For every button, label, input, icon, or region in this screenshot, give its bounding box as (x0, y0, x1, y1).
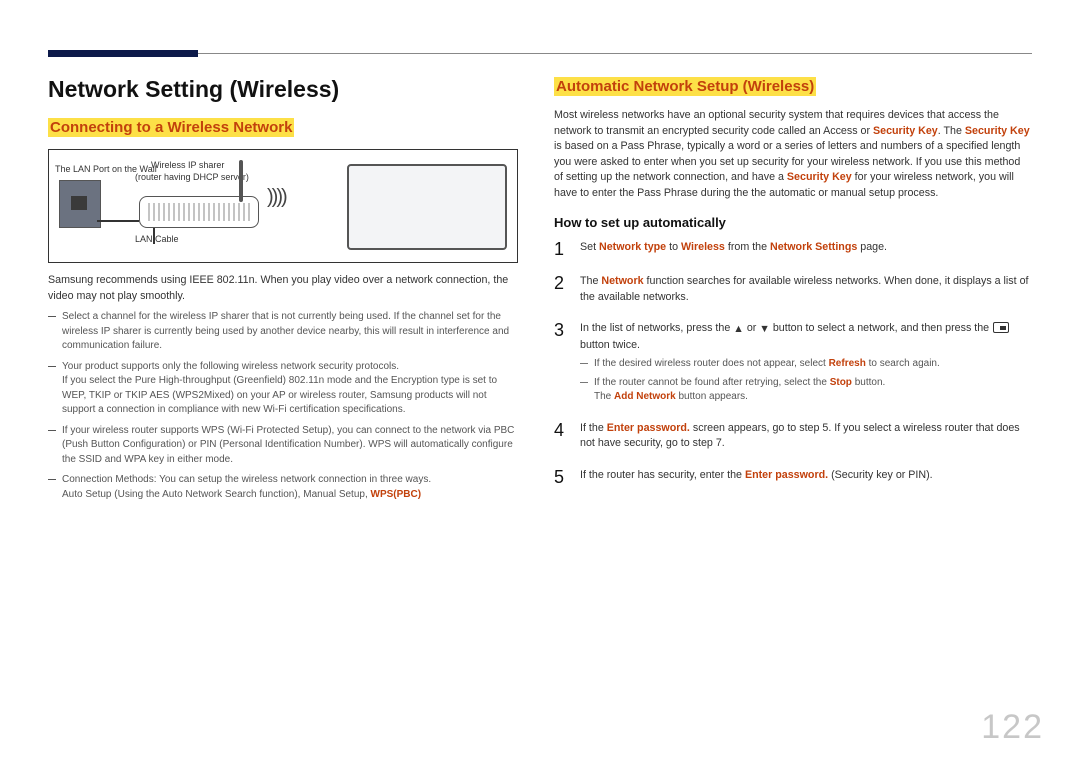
s1-b3: Network Settings (770, 241, 857, 253)
step-5-body: If the router has security, enter the En… (580, 468, 1032, 486)
security-key-1: Security Key (873, 125, 938, 137)
security-key-3: Security Key (787, 171, 852, 183)
router-label-2: (router having DHCP server) (135, 172, 249, 182)
s3-mid: button to select a network, and then pre… (773, 322, 992, 334)
howto-heading: How to set up automatically (554, 215, 1032, 230)
s3-sub2-pre: If the router cannot be found after retr… (594, 377, 830, 388)
up-arrow-icon: ▲ (733, 322, 744, 338)
step-5-number: 5 (554, 468, 568, 486)
page-number: 122 (981, 708, 1044, 747)
two-column-layout: Network Setting (Wireless) Connecting to… (48, 76, 1032, 502)
step-3-body: In the list of networks, press the ▲ or … (580, 321, 1032, 405)
note-4-line2-pre: Auto Setup (Using the Auto Network Searc… (62, 489, 371, 500)
s1-mid1: to (666, 241, 681, 253)
lan-cable-label: LAN Cable (135, 234, 179, 244)
note-4: Connection Methods: You can setup the wi… (48, 473, 518, 502)
s1-pre: Set (580, 241, 599, 253)
step-3-sub1: If the desired wireless router does not … (580, 357, 1032, 372)
step-3-number: 3 (554, 321, 568, 405)
step-3-sub2: If the router cannot be found after retr… (580, 376, 1032, 405)
left-heading-wrap: Connecting to a Wireless Network (48, 119, 518, 137)
s5-post: (Security key or PIN). (828, 469, 933, 481)
enter-icon (993, 322, 1009, 333)
s1-mid2: from the (725, 241, 770, 253)
right-column: Automatic Network Setup (Wireless) Most … (554, 76, 1032, 502)
s3-sub2-post: button. (852, 377, 885, 388)
display-icon (347, 164, 507, 250)
step-2-body: The Network function searches for availa… (580, 274, 1032, 305)
header-rule (48, 30, 1032, 54)
security-key-2: Security Key (965, 125, 1030, 137)
s2-post: function searches for available wireless… (580, 275, 1029, 303)
steps-list: 1 Set Network type to Wireless from the … (554, 240, 1032, 486)
s1-b1: Network type (599, 241, 666, 253)
step-4: 4 If the Enter password. screen appears,… (554, 421, 1032, 452)
s2-b1: Network (601, 275, 643, 287)
note-2: Your product supports only the following… (48, 360, 518, 418)
wifi-waves-icon: )))) (267, 186, 286, 209)
down-arrow-icon: ▼ (759, 322, 770, 338)
note-2-line2: If you select the Pure High-throughput (… (62, 375, 497, 415)
antenna-icon (239, 160, 243, 202)
step-2-number: 2 (554, 274, 568, 305)
enter-password-1: Enter password. (607, 422, 690, 434)
note-1: Select a channel for the wireless IP sha… (48, 310, 518, 354)
step-1-body: Set Network type to Wireless from the Ne… (580, 240, 1032, 258)
step-1: 1 Set Network type to Wireless from the … (554, 240, 1032, 258)
s3-sub1-pre: If the desired wireless router does not … (594, 358, 829, 369)
s3-post: button twice. (580, 339, 640, 351)
s5-pre: If the router has security, enter the (580, 469, 745, 481)
manual-page: Network Setting (Wireless) Connecting to… (0, 0, 1080, 763)
s3-pre: In the list of networks, press the (580, 322, 733, 334)
header-accent-bar (48, 50, 198, 57)
network-diagram: The LAN Port on the Wall LAN Cable Wirel… (48, 149, 518, 263)
stop-bold: Stop (830, 377, 852, 388)
step-5: 5 If the router has security, enter the … (554, 468, 1032, 486)
wps-pbc-bold: WPS(PBC) (371, 489, 422, 500)
page-title: Network Setting (Wireless) (48, 76, 518, 103)
step-3: 3 In the list of networks, press the ▲ o… (554, 321, 1032, 405)
s1-b2: Wireless (681, 241, 725, 253)
enter-password-2: Enter password. (745, 469, 828, 481)
refresh-bold: Refresh (829, 358, 866, 369)
s3-sub3-pre: The (594, 391, 614, 402)
s4-pre: If the (580, 422, 607, 434)
left-column: Network Setting (Wireless) Connecting to… (48, 76, 518, 502)
security-paragraph: Most wireless networks have an optional … (554, 108, 1032, 201)
intro-paragraph: Samsung recommends using IEEE 802.11n. W… (48, 273, 518, 304)
connecting-heading: Connecting to a Wireless Network (48, 118, 294, 137)
wall-jack-icon (71, 196, 87, 210)
s3-sub1-post: to search again. (866, 358, 940, 369)
s3-or: or (744, 322, 759, 334)
s1-post: page. (857, 241, 887, 253)
step-4-body: If the Enter password. screen appears, g… (580, 421, 1032, 452)
lan-cable-line (97, 220, 139, 222)
right-heading-wrap: Automatic Network Setup (Wireless) (554, 78, 1032, 96)
add-network-bold: Add Network (614, 391, 676, 402)
s2-pre: The (580, 275, 601, 287)
automatic-setup-heading: Automatic Network Setup (Wireless) (554, 77, 816, 96)
s3-sub3-post: button appears. (676, 391, 748, 402)
step-2: 2 The Network function searches for avai… (554, 274, 1032, 305)
para-t2: . The (938, 125, 965, 137)
note-3: If your wireless router supports WPS (Wi… (48, 424, 518, 468)
router-label-1: Wireless IP sharer (151, 160, 224, 170)
step-1-number: 1 (554, 240, 568, 258)
step-4-number: 4 (554, 421, 568, 452)
note-2-line1: Your product supports only the following… (62, 361, 399, 372)
note-4-line1: Connection Methods: You can setup the wi… (62, 474, 431, 485)
